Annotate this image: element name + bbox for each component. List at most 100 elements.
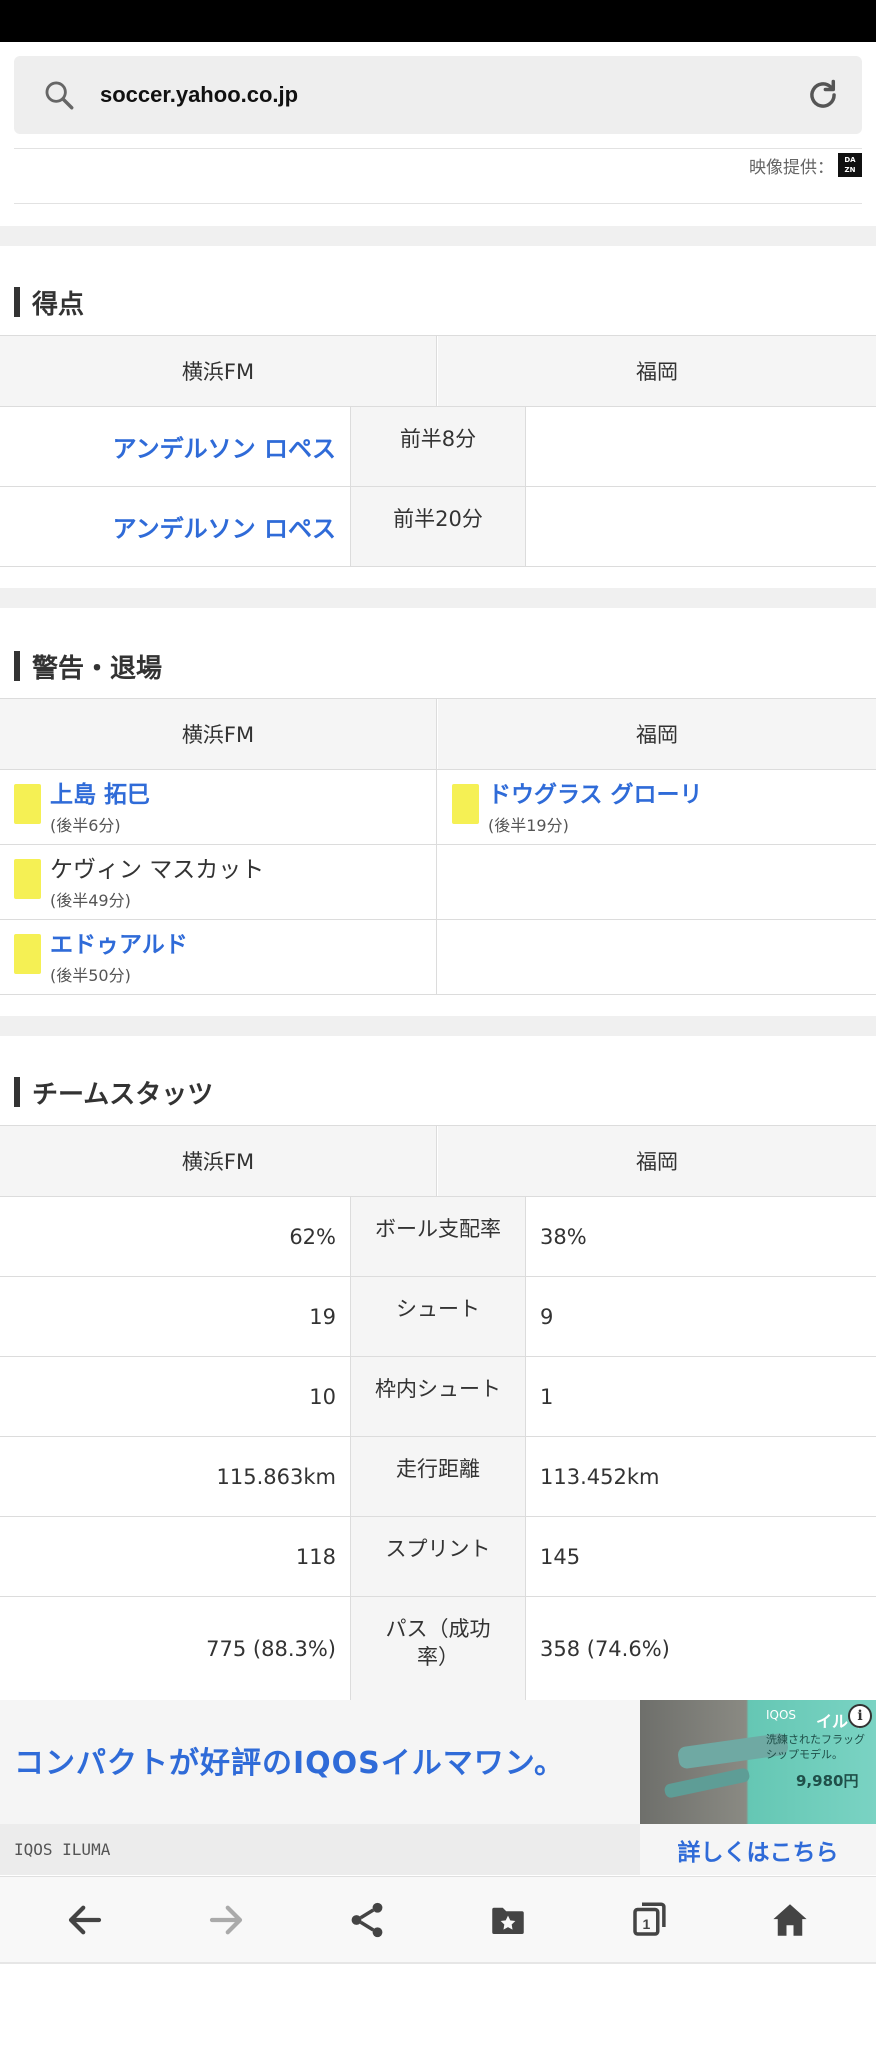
stats-section-title: チームスタッツ <box>14 1076 213 1110</box>
goal-time: 前半20分 <box>350 487 526 566</box>
title-bar <box>14 287 20 317</box>
cards-header-row: 横浜FM 福岡 <box>0 698 876 770</box>
card-away-cell <box>438 920 876 994</box>
stat-row: 115.863km 走行距離 113.452km <box>0 1437 876 1517</box>
search-icon <box>45 81 74 110</box>
back-arrow-icon <box>68 1905 102 1935</box>
goal-away-cell <box>526 407 876 486</box>
home-team-header: 横浜FM <box>0 336 437 406</box>
forward-button[interactable] <box>153 1877 299 1963</box>
cards-section-title: 警告・退場 <box>14 650 162 684</box>
stat-label: パス（成功率） <box>350 1597 526 1700</box>
device-shape <box>663 1767 751 1799</box>
tab-count: 1 <box>642 1916 650 1932</box>
url-bar[interactable]: soccer.yahoo.co.jp <box>14 56 862 134</box>
card-time: (後半6分) <box>50 816 121 835</box>
home-team-header: 横浜FM <box>0 1126 437 1196</box>
stat-row: 19 シュート 9 <box>0 1277 876 1357</box>
section-separator <box>0 226 876 246</box>
ad-image[interactable]: IQOS イルマ 洗練されたフラッグシップモデル。 9,980円 i <box>640 1700 876 1824</box>
goal-row: アンデルソン ロペス 前半8分 <box>0 407 876 487</box>
stat-home-value: 118 <box>295 1544 336 1569</box>
reload-icon[interactable] <box>804 76 842 114</box>
browser-nav-bar: 1 <box>0 1876 876 1962</box>
card-time: (後半49分) <box>50 891 131 910</box>
stat-away-value: 358 (74.6%) <box>540 1636 670 1661</box>
share-button[interactable] <box>294 1877 440 1963</box>
ad-banner[interactable]: コンパクトが好評のIQOSイルマワン。 IQOS イルマ 洗練されたフラッグシッ… <box>0 1700 876 1875</box>
stat-away-value: 145 <box>540 1544 581 1569</box>
stat-home-value: 62% <box>289 1224 336 1249</box>
card-home-cell: エドゥアルド (後半50分) <box>0 920 437 994</box>
stat-row: 62% ボール支配率 38% <box>0 1197 876 1277</box>
goals-section-title: 得点 <box>14 286 84 320</box>
back-button[interactable] <box>12 1877 158 1963</box>
away-team-header: 福岡 <box>438 336 876 406</box>
stat-home-value: 775 (88.3%) <box>206 1636 336 1661</box>
goal-scorer-link[interactable]: アンデルソン ロペス <box>113 509 336 544</box>
card-row: ケヴィン マスカット (後半49分) <box>0 845 876 920</box>
info-icon[interactable]: i <box>848 1704 872 1728</box>
card-player-link[interactable]: ドウグラス グローリ <box>488 780 703 810</box>
home-button[interactable] <box>717 1877 863 1963</box>
bookmarks-icon <box>492 1907 524 1934</box>
goal-home-cell: アンデルソン ロペス <box>0 407 350 486</box>
goals-header-row: 横浜FM 福岡 <box>0 335 876 407</box>
stat-row: 10 枠内シュート 1 <box>0 1357 876 1437</box>
card-row: 上島 拓巳 (後半6分) ドウグラス グローリ (後半19分) <box>0 770 876 845</box>
card-away-cell: ドウグラス グローリ (後半19分) <box>438 770 876 844</box>
card-player-link[interactable]: エドゥアルド <box>50 930 188 960</box>
yellow-card-icon <box>14 859 41 899</box>
ad-main[interactable]: コンパクトが好評のIQOSイルマワン。 <box>0 1700 640 1824</box>
stat-home-value: 19 <box>309 1304 336 1329</box>
section-separator <box>0 588 876 608</box>
card-away-cell <box>438 845 876 919</box>
title-bar <box>14 1077 20 1107</box>
stat-label: 枠内シュート <box>350 1357 526 1436</box>
card-home-cell: 上島 拓巳 (後半6分) <box>0 770 437 844</box>
stat-away-value: 9 <box>540 1304 554 1329</box>
forward-arrow-icon <box>209 1905 243 1935</box>
stat-label: スプリント <box>350 1517 526 1596</box>
stat-row: 118 スプリント 145 <box>0 1517 876 1597</box>
stat-away-value: 1 <box>540 1384 554 1409</box>
tabs-button[interactable]: 1 <box>576 1877 722 1963</box>
title-bar <box>14 651 20 681</box>
divider <box>14 203 862 204</box>
goal-away-cell <box>526 487 876 566</box>
video-credit-label: 映像提供： <box>749 157 834 178</box>
divider <box>14 148 862 149</box>
card-home-cell: ケヴィン マスカット (後半49分) <box>0 845 437 919</box>
stat-away-value: 113.452km <box>540 1464 660 1489</box>
stat-home-value: 115.863km <box>216 1464 336 1489</box>
ad-image-price: 9,980円 <box>796 1772 859 1790</box>
url-text[interactable]: soccer.yahoo.co.jp <box>100 78 298 112</box>
goal-time: 前半8分 <box>350 407 526 486</box>
share-icon <box>351 1902 383 1938</box>
video-credit: 映像提供： DA ZN <box>749 148 862 182</box>
yellow-card-icon <box>14 784 41 824</box>
stat-label: ボール支配率 <box>350 1197 526 1276</box>
card-player-link[interactable]: 上島 拓巳 <box>50 780 150 810</box>
status-bar <box>0 0 876 42</box>
card-time: (後半50分) <box>50 966 131 985</box>
ad-image-brand: IQOS <box>766 1708 797 1722</box>
away-team-header: 福岡 <box>438 699 876 769</box>
ad-headline[interactable]: コンパクトが好評のIQOSイルマワン。 <box>14 1738 565 1782</box>
bookmarks-button[interactable] <box>435 1877 581 1963</box>
ad-cta-link[interactable]: 詳しくはこちら <box>640 1824 876 1875</box>
stat-home-value: 10 <box>309 1384 336 1409</box>
section-separator <box>0 1016 876 1036</box>
stat-away-value: 38% <box>540 1224 587 1249</box>
ad-footer: IQOS ILUMA 詳しくはこちら <box>0 1824 876 1875</box>
yellow-card-icon <box>14 934 41 974</box>
card-row: エドゥアルド (後半50分) <box>0 920 876 995</box>
goal-row: アンデルソン ロペス 前半20分 <box>0 487 876 567</box>
home-icon <box>773 1904 807 1936</box>
stat-label: シュート <box>350 1277 526 1356</box>
stat-row: 775 (88.3%) パス（成功率） 358 (74.6%) <box>0 1597 876 1700</box>
goal-scorer-link[interactable]: アンデルソン ロペス <box>113 429 336 464</box>
goal-home-cell: アンデルソン ロペス <box>0 487 350 566</box>
stat-label: 走行距離 <box>350 1437 526 1516</box>
home-team-header: 横浜FM <box>0 699 437 769</box>
